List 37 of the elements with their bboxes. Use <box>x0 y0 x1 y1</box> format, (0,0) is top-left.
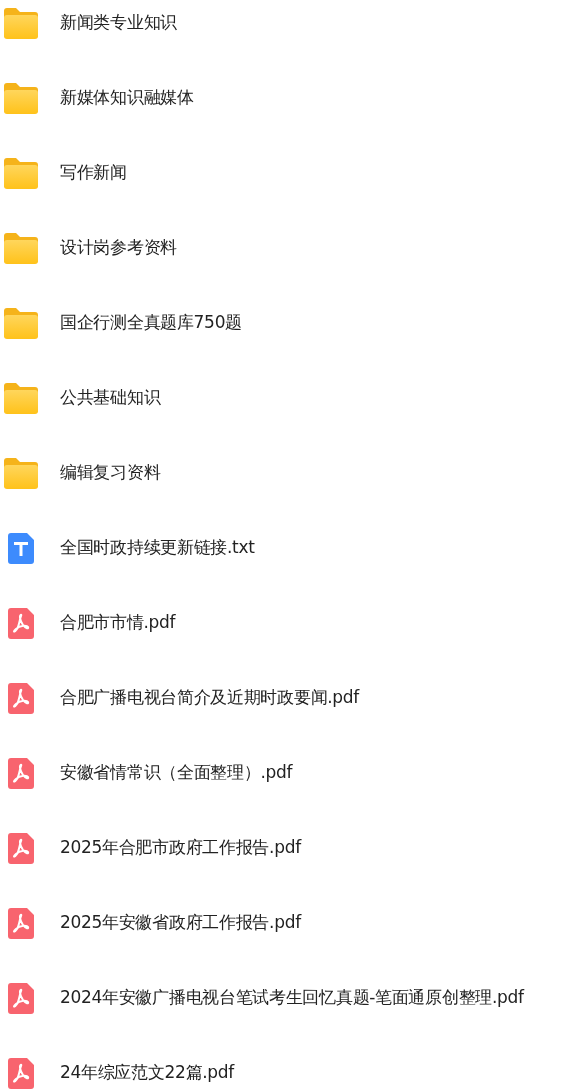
folder-icon <box>3 80 39 115</box>
file-name: 设计岗参考资料 <box>60 235 177 259</box>
folder-icon <box>3 455 39 490</box>
file-row[interactable]: 安徽省情常识（全面整理）.pdf <box>0 735 561 810</box>
file-name: 安徽省情常识（全面整理）.pdf <box>60 760 293 784</box>
folder-icon <box>3 155 39 190</box>
file-name: 新媒体知识融媒体 <box>60 85 194 109</box>
folder-icon <box>3 230 39 265</box>
file-name: 2025年安徽省政府工作报告.pdf <box>60 910 301 934</box>
file-row[interactable]: 2025年安徽省政府工作报告.pdf <box>0 885 561 960</box>
file-row[interactable]: 新闻类专业知识 <box>0 0 561 60</box>
file-row[interactable]: 合肥广播电视台简介及近期时政要闻.pdf <box>0 660 561 735</box>
file-name: 2024年安徽广播电视台笔试考生回忆真题-笔面通原创整理.pdf <box>60 985 524 1009</box>
file-name: 24年综应范文22篇.pdf <box>60 1060 235 1084</box>
file-row[interactable]: 新媒体知识融媒体 <box>0 60 561 135</box>
file-row[interactable]: 2025年合肥市政府工作报告.pdf <box>0 810 561 885</box>
file-name: 编辑复习资料 <box>60 460 161 484</box>
file-row[interactable]: 设计岗参考资料 <box>0 210 561 285</box>
file-name: 新闻类专业知识 <box>60 10 177 34</box>
file-row[interactable]: 编辑复习资料 <box>0 435 561 510</box>
folder-icon <box>3 305 39 340</box>
folder-icon <box>3 380 39 415</box>
file-row[interactable]: 24年综应范文22篇.pdf <box>0 1035 561 1092</box>
file-name: 写作新闻 <box>60 160 127 184</box>
file-name: 国企行测全真题库750题 <box>60 310 242 334</box>
file-row[interactable]: 2024年安徽广播电视台笔试考生回忆真题-笔面通原创整理.pdf <box>0 960 561 1035</box>
file-name: 合肥市市情.pdf <box>60 610 176 634</box>
file-name: 公共基础知识 <box>60 385 161 409</box>
file-row[interactable]: 公共基础知识 <box>0 360 561 435</box>
file-row[interactable]: 写作新闻 <box>0 135 561 210</box>
file-name: 合肥广播电视台简介及近期时政要闻.pdf <box>60 685 359 709</box>
folder-icon <box>3 5 39 40</box>
file-row[interactable]: 国企行测全真题库750题 <box>0 285 561 360</box>
file-row[interactable]: 全国时政持续更新链接.txt <box>0 510 561 585</box>
file-name: 全国时政持续更新链接.txt <box>60 535 255 559</box>
file-name: 2025年合肥市政府工作报告.pdf <box>60 835 301 859</box>
file-row[interactable]: 合肥市市情.pdf <box>0 585 561 660</box>
